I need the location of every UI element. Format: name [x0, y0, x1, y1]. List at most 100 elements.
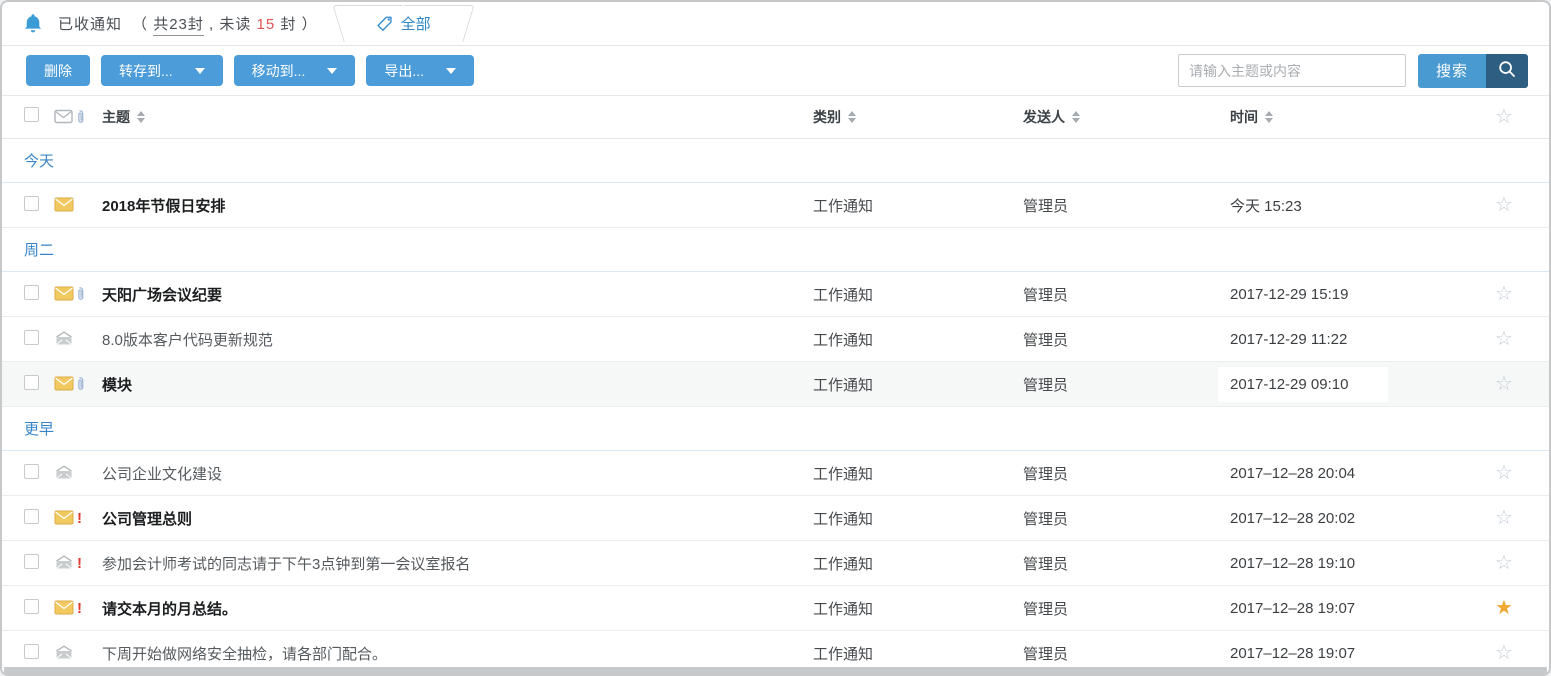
mail-subject[interactable]: 公司企业文化建设: [102, 466, 222, 483]
mail-row[interactable]: ! 公司企业文化建设 工作通知 管理员 2017–12–28 20:04 ☆: [2, 451, 1549, 496]
column-header-subject[interactable]: 主题: [102, 107, 145, 127]
important-icon: !: [77, 600, 82, 617]
search-box: 搜索: [1178, 54, 1528, 88]
section-label: 今天: [24, 150, 54, 171]
mail-row[interactable]: ! 公司管理总则 工作通知 管理员 2017–12–28 20:02 ☆: [2, 496, 1549, 541]
mail-sender: 管理员: [1023, 198, 1068, 215]
delete-button[interactable]: 删除: [26, 55, 90, 86]
mail-category: 工作通知: [813, 377, 873, 394]
mail-subject[interactable]: 公司管理总则: [102, 511, 192, 528]
star-icon[interactable]: ☆: [1495, 328, 1513, 350]
search-icon: [1497, 59, 1517, 82]
section-row: 周二: [2, 228, 1549, 272]
column-header-sender-label: 发送人: [1023, 107, 1065, 127]
row-checkbox[interactable]: [24, 196, 39, 211]
row-checkbox[interactable]: [24, 285, 39, 300]
mail-row[interactable]: ! 参加会计师考试的同志请于下午3点钟到第一会议室报名 工作通知 管理员 201…: [2, 541, 1549, 586]
mail-row[interactable]: ! 请交本月的月总结。 工作通知 管理员 2017–12–28 19:07 ★: [2, 586, 1549, 631]
count-middle: , 未读: [204, 16, 257, 33]
mail-subject[interactable]: 模块: [102, 377, 132, 394]
mail-subject[interactable]: 下周开始做网络安全抽检，请各部门配合。: [102, 646, 387, 663]
row-checkbox[interactable]: [24, 464, 39, 479]
search-input[interactable]: [1178, 54, 1406, 87]
closed-envelope-icon: [54, 286, 75, 302]
row-checkbox[interactable]: [24, 599, 39, 614]
save-to-label: 转存到...: [119, 61, 173, 81]
row-checkbox[interactable]: [24, 554, 39, 569]
row-checkbox[interactable]: [24, 644, 39, 659]
mail-row[interactable]: ! 8.0版本客户代码更新规范 工作通知 管理员 2017-12-29 11:2…: [2, 317, 1549, 362]
row-checkbox[interactable]: [24, 375, 39, 390]
star-icon[interactable]: ☆: [1495, 283, 1513, 305]
mail-subject[interactable]: 请交本月的月总结。: [102, 601, 237, 618]
save-to-dropdown-button[interactable]: 转存到...: [101, 55, 223, 86]
mail-row[interactable]: ! 天阳广场会议纪要 工作通知 管理员 2017-12-29 15:19 ☆: [2, 272, 1549, 317]
mail-time: 2017–12–28 20:02: [1230, 510, 1355, 527]
chevron-down-icon: [327, 68, 337, 74]
row-status-icons: !: [54, 286, 102, 302]
sort-icon: [848, 111, 856, 123]
star-icon[interactable]: ☆: [1495, 462, 1513, 484]
mail-table-body: 今天 ! 2018年: [2, 139, 1549, 676]
row-checkbox[interactable]: [24, 330, 39, 345]
search-button[interactable]: 搜索: [1418, 54, 1486, 88]
sort-icon: [1265, 111, 1273, 123]
export-dropdown-button[interactable]: 导出...: [366, 55, 474, 86]
row-status-icons: !: [54, 510, 102, 527]
star-icon[interactable]: ☆: [1495, 373, 1513, 395]
mail-time: 2017-12-29 15:19: [1230, 286, 1348, 303]
mail-subject[interactable]: 参加会计师考试的同志请于下午3点钟到第一会议室报名: [102, 556, 470, 573]
star-icon[interactable]: ★: [1495, 597, 1513, 619]
mail-subject[interactable]: 2018年节假日安排: [102, 198, 225, 215]
horizontal-scrollbar[interactable]: [4, 667, 1547, 674]
star-icon[interactable]: ☆: [1495, 194, 1513, 216]
received-notifications-app: 已收通知 （ 共23封 , 未读 15 封 ） 全部 删除 转存到... 移动到…: [0, 0, 1551, 676]
select-all-checkbox[interactable]: [24, 107, 39, 122]
export-label: 导出...: [384, 61, 424, 81]
mail-time: 2017–12–28 19:07: [1230, 645, 1355, 662]
mail-count: （ 共23封 , 未读 15 封 ）: [132, 13, 318, 34]
mail-time: 2017–12–28 20:04: [1230, 465, 1355, 482]
mail-subject[interactable]: 天阳广场会议纪要: [102, 287, 222, 304]
row-checkbox[interactable]: [24, 509, 39, 524]
mail-row[interactable]: ! 模块 工作通知 管理员 2017-12-29 09:10 ☆: [2, 362, 1549, 407]
mail-row[interactable]: ! 2018年节假日安排 工作通知 管理员 今天 15:23 ☆: [2, 183, 1549, 228]
chevron-down-icon: [195, 68, 205, 74]
section-label: 周二: [24, 239, 54, 260]
column-header-time[interactable]: 时间: [1230, 107, 1273, 127]
attachment-icon: [75, 109, 85, 125]
section-row: 今天: [2, 139, 1549, 183]
star-icon[interactable]: ☆: [1495, 552, 1513, 574]
column-header-sender[interactable]: 发送人: [1023, 107, 1080, 127]
mail-subject[interactable]: 8.0版本客户代码更新规范: [102, 332, 273, 349]
mail-sender: 管理员: [1023, 332, 1068, 349]
tab-all[interactable]: 全部: [346, 5, 461, 42]
open-envelope-icon: [54, 331, 75, 347]
row-status-icons: !: [54, 555, 102, 572]
sort-icon: [1072, 111, 1080, 123]
sort-icon: [137, 111, 145, 123]
star-icon[interactable]: ☆: [1495, 507, 1513, 529]
envelope-icon: [54, 109, 75, 125]
mail-sender: 管理员: [1023, 601, 1068, 618]
mail-sender: 管理员: [1023, 377, 1068, 394]
topbar: 已收通知 （ 共23封 , 未读 15 封 ） 全部: [2, 2, 1549, 46]
star-icon[interactable]: ☆: [1495, 642, 1513, 664]
move-to-dropdown-button[interactable]: 移动到...: [234, 55, 356, 86]
closed-envelope-icon: [54, 600, 75, 616]
row-status-icons: !: [54, 331, 102, 347]
row-status-icons: !: [54, 465, 102, 481]
closed-envelope-icon: [54, 197, 75, 213]
page-title: 已收通知: [58, 13, 122, 34]
column-header-category[interactable]: 类别: [813, 107, 856, 127]
attachment-icon: [75, 376, 85, 392]
search-icon-button[interactable]: [1486, 54, 1528, 88]
closed-envelope-icon: [54, 510, 75, 526]
mail-category: 工作通知: [813, 556, 873, 573]
column-header-category-label: 类别: [813, 107, 841, 127]
tab-all-label: 全部: [401, 13, 431, 34]
closed-envelope-icon: [54, 376, 75, 392]
attachment-icon: [75, 286, 85, 302]
row-status-icons: !: [54, 197, 102, 213]
count-suffix: 封 ）: [275, 16, 317, 33]
